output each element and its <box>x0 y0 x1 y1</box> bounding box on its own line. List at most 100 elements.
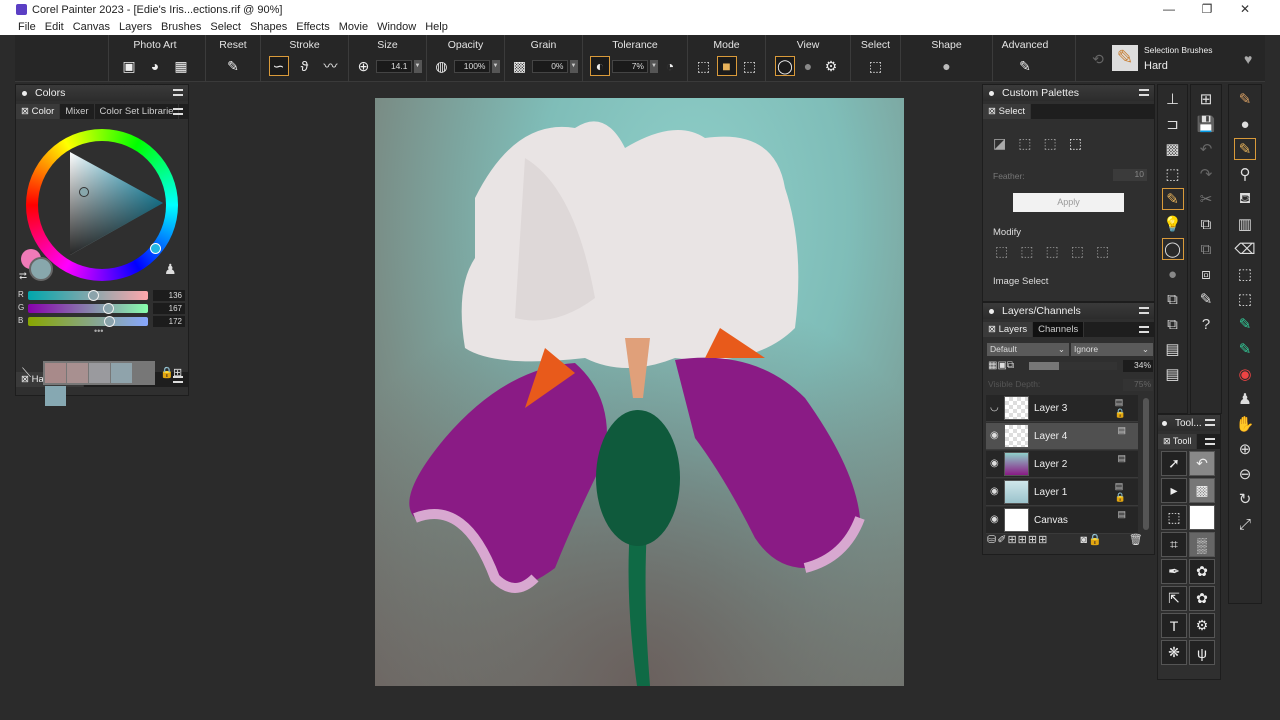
text-icon[interactable]: T <box>1161 613 1187 638</box>
grabber-hand-icon[interactable]: ✋ <box>1234 413 1256 435</box>
crop-icon[interactable]: ⌗ <box>1161 532 1187 557</box>
mode-subtract-icon[interactable]: ⬚ <box>740 56 760 76</box>
select-icon[interactable]: ⬚ <box>866 56 886 76</box>
copy-icon[interactable]: ⧉ <box>1195 213 1217 235</box>
brush-variant-icon[interactable]: ✎ <box>1112 45 1138 71</box>
cut-icon[interactable]: ✂ <box>1195 188 1217 210</box>
eye-icon[interactable]: ◉ <box>990 486 1002 497</box>
gear-nozzle-icon[interactable]: ⚙ <box>1189 613 1215 638</box>
rectangular-selection-icon[interactable]: ⬚ <box>1234 263 1256 285</box>
red-slider[interactable] <box>28 290 148 301</box>
tab-tools[interactable]: ⊠ Tooll <box>1158 434 1198 449</box>
tab-menu-icon[interactable] <box>173 108 183 115</box>
brush-category[interactable]: Selection Brushes <box>1144 45 1213 55</box>
panel-menu-icon[interactable] <box>1139 89 1149 96</box>
favorite-heart-icon[interactable]: ♥ <box>1244 51 1252 67</box>
tolerance-field[interactable]: 7% <box>612 59 648 73</box>
red-value[interactable]: 136 <box>153 290 185 301</box>
harmony-swatch[interactable] <box>67 363 88 383</box>
transform-selection-icon[interactable]: ⬚ <box>1234 288 1256 310</box>
zoom-out-icon[interactable]: ⊖ <box>1234 463 1256 485</box>
clone-target-icon[interactable]: ⧉ <box>1162 313 1184 335</box>
layer-attributes-icons[interactable]: ▦▣⧉ <box>988 360 1014 371</box>
zoom-in-icon[interactable]: ⊕ <box>1234 438 1256 460</box>
lock-layer-icon[interactable]: 🔒 <box>1088 534 1103 546</box>
tab-menu-icon[interactable] <box>1139 326 1149 333</box>
menu-file[interactable]: File <box>18 21 36 33</box>
tab-color-set-libraries[interactable]: Color Set Librarie <box>95 104 180 119</box>
layer-opacity-slider[interactable] <box>1029 362 1117 370</box>
size-field[interactable]: 14.1 <box>375 59 412 73</box>
harmony-swatch[interactable] <box>111 363 132 383</box>
menu-movie[interactable]: Movie <box>339 21 368 33</box>
new-watercolor-layer-icon[interactable]: ⊞ <box>1018 534 1028 546</box>
view-marching-ants-icon[interactable]: ◯ <box>775 56 795 76</box>
modify-widen-icon[interactable]: ⬚ <box>995 243 1008 260</box>
pen-icon[interactable]: ✒ <box>1161 559 1187 584</box>
layer-mask-icon[interactable]: ◙ <box>1080 534 1088 546</box>
tolerance-dropdown[interactable]: ▼ <box>650 59 658 73</box>
saturation-value-triangle[interactable] <box>68 150 168 258</box>
smart-stroke-icon[interactable]: ◕ <box>145 56 165 76</box>
eraser-icon[interactable]: ⌫ <box>1234 238 1256 260</box>
panel-menu-icon[interactable] <box>1205 419 1215 426</box>
close-button[interactable]: ✕ <box>1226 0 1264 19</box>
new-liquid-ink-layer-icon[interactable]: ⊞ <box>1028 534 1038 546</box>
eye-closed-icon[interactable]: ◡ <box>990 402 1002 413</box>
mode-add-icon[interactable]: ■ <box>716 56 737 76</box>
menu-edit[interactable]: Edit <box>45 21 64 33</box>
menu-layers[interactable]: Layers <box>119 21 152 33</box>
apply-button[interactable]: Apply <box>1013 193 1124 212</box>
color-picker-stamp-icon[interactable]: ♟ <box>164 261 177 278</box>
harmony-swatch[interactable] <box>45 386 66 406</box>
menu-brushes[interactable]: Brushes <box>161 21 201 33</box>
brush-selector[interactable]: ⟲ ✎ Selection Brushes Hard ♥ <box>1075 35 1265 82</box>
maximize-button[interactable]: ❐ <box>1188 0 1226 19</box>
more-options-icon[interactable]: ••• <box>94 326 103 336</box>
selection-arrow-icon[interactable]: ⇱ <box>1161 586 1187 611</box>
feather-field[interactable]: 10 <box>1113 169 1147 181</box>
marquee-add-icon[interactable]: ⬚ <box>1161 505 1187 530</box>
panel-menu-icon[interactable] <box>1139 307 1149 314</box>
grain-field[interactable]: 0% <box>531 59 568 73</box>
help-icon[interactable]: ? <box>1195 313 1217 335</box>
green-slider[interactable] <box>28 303 148 314</box>
view-overlay-icon[interactable]: ● <box>798 56 818 76</box>
hue-knob[interactable] <box>150 243 161 254</box>
add-harmony-icon[interactable]: ⊞ <box>173 366 182 379</box>
paper-swatch[interactable] <box>1189 505 1215 530</box>
eye-icon[interactable]: ◉ <box>990 458 1002 469</box>
grain-dropdown[interactable]: ▼ <box>569 59 578 73</box>
layer-row[interactable]: ◉ Layer 2 ▤ <box>986 451 1138 478</box>
panel-menu-icon[interactable] <box>173 89 183 96</box>
shape-icon[interactable]: ● <box>937 56 957 76</box>
cloner-icon[interactable]: ✎ <box>1234 338 1256 360</box>
paper-texture-icon[interactable]: ▩ <box>1162 138 1184 160</box>
brush-library-icon[interactable]: ✎ <box>1195 288 1217 310</box>
opacity-dropdown[interactable]: ▼ <box>491 59 500 73</box>
flower-nozzle-icon[interactable]: ✿ <box>1189 559 1215 584</box>
redo-icon[interactable]: ↷ <box>1195 163 1217 185</box>
tab-select[interactable]: ⊠ Select <box>983 104 1032 119</box>
menu-canvas[interactable]: Canvas <box>73 21 110 33</box>
new-document-icon[interactable]: ⊞ <box>1195 88 1217 110</box>
modify-smooth-icon[interactable]: ⬚ <box>1045 243 1058 260</box>
dab-icon[interactable]: ● <box>1234 113 1256 135</box>
menu-help[interactable]: Help <box>425 21 448 33</box>
menu-select[interactable]: Select <box>210 21 241 33</box>
document-canvas[interactable] <box>375 98 904 686</box>
flower-nozzle-2-icon[interactable]: ✿ <box>1189 586 1215 611</box>
fit-screen-icon[interactable]: ⤢ <box>1234 513 1256 535</box>
gradient-icon[interactable]: ▥ <box>1234 213 1256 235</box>
brush-selector-icon[interactable]: ✎ <box>1234 88 1256 110</box>
daisy-icon[interactable]: ❋ <box>1161 640 1187 665</box>
modify-contract-icon[interactable]: ⬚ <box>1020 243 1033 260</box>
stroke-attributes-icon[interactable]: 〰 <box>321 56 341 76</box>
selection-brush-icon[interactable]: ✎ <box>1161 188 1184 210</box>
tab-color[interactable]: ⊠ Color <box>16 104 61 119</box>
menu-effects[interactable]: Effects <box>296 21 329 33</box>
layer-adjuster-icon[interactable]: ➚ <box>1161 451 1187 476</box>
sample-color-icon[interactable]: ◔ <box>660 56 680 76</box>
modify-border-icon[interactable]: ⬚ <box>1071 243 1084 260</box>
lock-icon[interactable]: 🔒 <box>160 366 174 379</box>
